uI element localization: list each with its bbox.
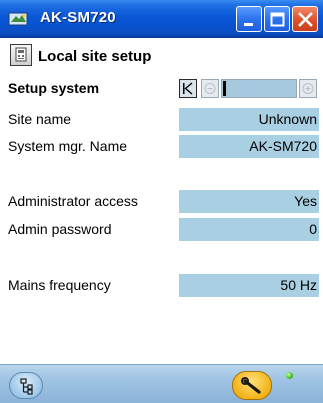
- site-setup-icon[interactable]: [10, 44, 32, 66]
- field-label: System mgr. Name: [8, 138, 128, 154]
- first-page-icon: [183, 82, 193, 95]
- app-window: AK-SM720 Local site setup Setup system S…: [0, 0, 323, 403]
- network-tree-icon: [20, 378, 33, 395]
- system-mgr-name-field[interactable]: AK-SM720: [179, 135, 319, 158]
- field-row-admin-password: Admin password 0: [0, 217, 323, 241]
- wrench-icon: [241, 377, 261, 394]
- status-led-icon: [286, 372, 293, 379]
- field-label: Site name: [8, 111, 72, 127]
- field-label: Mains frequency: [8, 277, 111, 293]
- field-row-administrator-access: Administrator access Yes: [0, 189, 323, 213]
- field-label: Admin password: [8, 221, 112, 237]
- maximize-button[interactable]: [264, 6, 290, 32]
- section-header: Setup system: [0, 76, 323, 102]
- page-navigator: [179, 77, 319, 101]
- previous-page-button[interactable]: [201, 79, 219, 98]
- bottom-toolbar: [0, 364, 323, 403]
- minimize-icon: [244, 23, 253, 26]
- field-row-system-mgr-name: System mgr. Name AK-SM720: [0, 134, 323, 158]
- minimize-button[interactable]: [236, 6, 262, 32]
- page-slider-thumb[interactable]: [223, 81, 226, 96]
- close-icon: [298, 12, 313, 27]
- page-title: Local site setup: [38, 48, 152, 65]
- next-page-icon: [302, 83, 314, 94]
- screen-header: Local site setup: [0, 38, 323, 74]
- section-title: Setup system: [8, 80, 100, 96]
- page-slider-track[interactable]: [221, 79, 297, 98]
- site-name-field[interactable]: Unknown: [179, 108, 319, 131]
- field-label: Administrator access: [8, 193, 138, 209]
- service-tool-button[interactable]: [232, 371, 272, 400]
- previous-page-icon: [204, 83, 216, 94]
- administrator-access-field[interactable]: Yes: [179, 190, 319, 213]
- network-tree-button[interactable]: [9, 372, 43, 399]
- field-row-mains-frequency: Mains frequency 50 Hz: [0, 273, 323, 297]
- next-page-button[interactable]: [299, 79, 317, 98]
- window-title: AK-SM720: [40, 9, 116, 26]
- mains-frequency-field[interactable]: 50 Hz: [179, 274, 319, 297]
- close-button[interactable]: [292, 6, 318, 32]
- maximize-icon: [270, 12, 285, 27]
- first-page-button[interactable]: [179, 79, 197, 98]
- field-row-site-name: Site name Unknown: [0, 107, 323, 131]
- title-bar[interactable]: AK-SM720: [0, 0, 323, 38]
- ak-device-icon: [8, 10, 30, 28]
- admin-password-field[interactable]: 0: [179, 218, 319, 241]
